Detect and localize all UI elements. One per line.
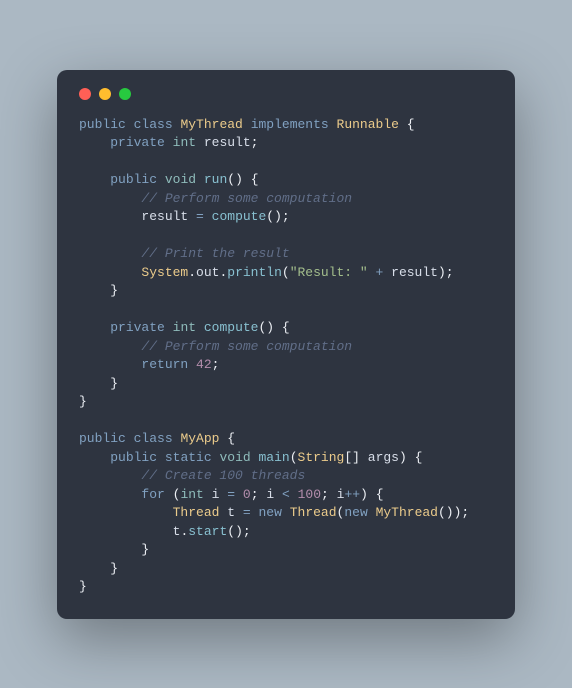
class-name: MyThread bbox=[376, 505, 438, 520]
identifier: args bbox=[368, 450, 399, 465]
semicolon: ; bbox=[243, 524, 251, 539]
brace: { bbox=[376, 487, 384, 502]
type: void bbox=[165, 172, 196, 187]
keyword: implements bbox=[251, 117, 329, 132]
brace: } bbox=[79, 579, 87, 594]
keyword: static bbox=[165, 450, 212, 465]
window-controls bbox=[79, 88, 493, 100]
keyword: new bbox=[344, 505, 367, 520]
function: run bbox=[204, 172, 227, 187]
brace: { bbox=[227, 431, 235, 446]
comment: // Print the result bbox=[141, 246, 289, 261]
keyword: new bbox=[259, 505, 282, 520]
operator: ++ bbox=[344, 487, 360, 502]
paren: ( bbox=[266, 209, 274, 224]
paren: ( bbox=[227, 524, 235, 539]
keyword: public bbox=[110, 450, 157, 465]
identifier: out bbox=[196, 265, 219, 280]
keyword: public bbox=[79, 431, 126, 446]
comment: // Perform some computation bbox=[141, 191, 352, 206]
identifier: result bbox=[141, 209, 188, 224]
paren: ( bbox=[227, 172, 235, 187]
keyword: class bbox=[134, 431, 173, 446]
paren: ) bbox=[446, 505, 454, 520]
type: int bbox=[173, 320, 196, 335]
string: "Result: " bbox=[290, 265, 368, 280]
keyword: private bbox=[110, 135, 165, 150]
function: compute bbox=[212, 209, 267, 224]
semicolon: ; bbox=[461, 505, 469, 520]
paren: ) bbox=[274, 209, 282, 224]
identifier: result bbox=[391, 265, 438, 280]
paren: ) bbox=[438, 265, 446, 280]
type: int bbox=[180, 487, 203, 502]
number: 0 bbox=[243, 487, 251, 502]
minimize-icon[interactable] bbox=[99, 88, 111, 100]
paren: ) bbox=[399, 450, 407, 465]
keyword: return bbox=[141, 357, 188, 372]
semicolon: ; bbox=[282, 209, 290, 224]
keyword: private bbox=[110, 320, 165, 335]
comment: // Create 100 threads bbox=[141, 468, 305, 483]
paren: ) bbox=[266, 320, 274, 335]
function: start bbox=[188, 524, 227, 539]
class-name: MyApp bbox=[180, 431, 219, 446]
brace: } bbox=[79, 394, 87, 409]
brace: } bbox=[110, 283, 118, 298]
brace: } bbox=[110, 376, 118, 391]
paren: ( bbox=[438, 505, 446, 520]
maximize-icon[interactable] bbox=[119, 88, 131, 100]
brace: { bbox=[415, 450, 423, 465]
operator: < bbox=[282, 487, 290, 502]
keyword: for bbox=[141, 487, 164, 502]
semicolon: ; bbox=[251, 135, 259, 150]
identifier: result bbox=[204, 135, 251, 150]
brace: } bbox=[110, 561, 118, 576]
close-icon[interactable] bbox=[79, 88, 91, 100]
identifier: i bbox=[266, 487, 274, 502]
number: 100 bbox=[298, 487, 321, 502]
class-name: Runnable bbox=[337, 117, 399, 132]
function: println bbox=[227, 265, 282, 280]
class-name: Thread bbox=[290, 505, 337, 520]
class-name: MyThread bbox=[180, 117, 242, 132]
paren: ( bbox=[282, 265, 290, 280]
semicolon: ; bbox=[446, 265, 454, 280]
function: compute bbox=[204, 320, 259, 335]
number: 42 bbox=[196, 357, 212, 372]
semicolon: ; bbox=[212, 357, 220, 372]
paren: ) bbox=[235, 172, 243, 187]
paren: ) bbox=[360, 487, 368, 502]
operator: + bbox=[376, 265, 384, 280]
semicolon: ; bbox=[251, 487, 259, 502]
code-block: public class MyThread implements Runnabl… bbox=[79, 116, 493, 597]
code-window: public class MyThread implements Runnabl… bbox=[57, 70, 515, 619]
paren: ) bbox=[235, 524, 243, 539]
operator: = bbox=[243, 505, 251, 520]
semicolon: ; bbox=[321, 487, 329, 502]
brackets: [] bbox=[344, 450, 360, 465]
type: int bbox=[173, 135, 196, 150]
type: void bbox=[219, 450, 250, 465]
operator: = bbox=[196, 209, 204, 224]
type: String bbox=[298, 450, 345, 465]
function: main bbox=[259, 450, 290, 465]
class-name: Thread bbox=[173, 505, 220, 520]
brace: } bbox=[141, 542, 149, 557]
identifier: i bbox=[212, 487, 220, 502]
keyword: public bbox=[79, 117, 126, 132]
comment: // Perform some computation bbox=[141, 339, 352, 354]
brace: { bbox=[251, 172, 259, 187]
class-name: System bbox=[141, 265, 188, 280]
brace: { bbox=[407, 117, 415, 132]
brace: { bbox=[282, 320, 290, 335]
keyword: public bbox=[110, 172, 157, 187]
dot: . bbox=[188, 265, 196, 280]
operator: = bbox=[227, 487, 235, 502]
identifier: t bbox=[227, 505, 235, 520]
keyword: class bbox=[134, 117, 173, 132]
paren: ( bbox=[290, 450, 298, 465]
